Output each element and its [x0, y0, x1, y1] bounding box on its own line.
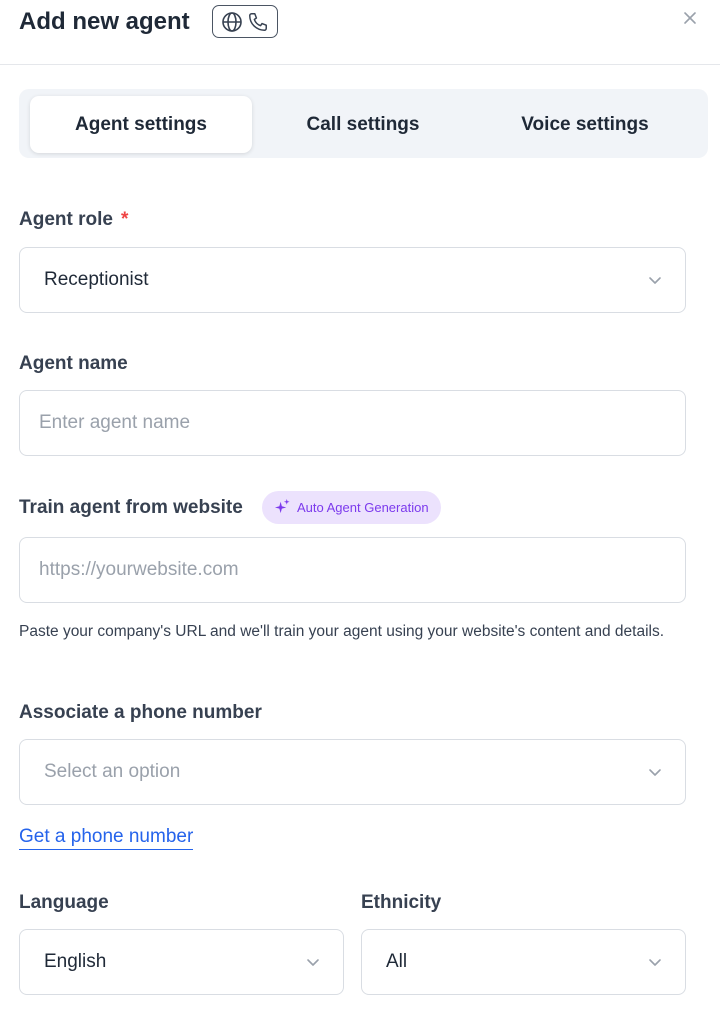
modal-title: Add new agent	[19, 8, 190, 35]
required-mark: *	[120, 209, 129, 230]
chevron-down-icon	[647, 272, 663, 294]
tab-call-settings[interactable]: Call settings	[252, 96, 474, 153]
agent-role-value: Receptionist	[44, 269, 149, 290]
agent-name-input[interactable]: Enter agent name	[19, 390, 686, 456]
tab-voice-settings[interactable]: Voice settings	[474, 96, 696, 153]
get-phone-number-link[interactable]: Get a phone number	[19, 825, 194, 850]
auto-agent-generation-text: Auto Agent Generation	[297, 500, 429, 515]
globe-icon	[221, 11, 243, 33]
sparkles-icon	[274, 498, 291, 518]
ethnicity-select[interactable]: All	[361, 929, 686, 995]
language-value: English	[44, 951, 107, 972]
phone-number-placeholder: Select an option	[44, 761, 181, 782]
auto-agent-generation-badge[interactable]: Auto Agent Generation	[262, 491, 441, 524]
chevron-down-icon	[305, 954, 321, 976]
website-label: Train agent from website	[19, 497, 243, 518]
language-label: Language	[19, 892, 109, 913]
language-select[interactable]: English	[19, 929, 344, 995]
agent-role-label: Agent role *	[19, 208, 128, 232]
ethnicity-label: Ethnicity	[361, 892, 442, 913]
tab-agent-settings[interactable]: Agent settings	[30, 96, 252, 153]
agent-role-select[interactable]: Receptionist	[19, 247, 686, 313]
modal-header: Add new agent	[0, 0, 720, 65]
phone-icon	[247, 11, 269, 33]
phone-label: Associate a phone number	[19, 702, 262, 723]
close-icon	[682, 10, 698, 31]
agent-name-placeholder: Enter agent name	[39, 412, 191, 433]
channel-badge	[212, 5, 278, 38]
close-button[interactable]	[678, 8, 702, 32]
settings-tabs: Agent settings Call settings Voice setti…	[19, 89, 708, 158]
ethnicity-value: All	[386, 951, 408, 972]
chevron-down-icon	[647, 954, 663, 976]
phone-number-select[interactable]: Select an option	[19, 739, 686, 805]
website-help-text: Paste your company's URL and we'll train…	[19, 623, 665, 640]
agent-name-label: Agent name	[19, 353, 128, 374]
chevron-down-icon	[647, 764, 663, 786]
website-url-placeholder: https://yourwebsite.com	[39, 559, 239, 580]
agent-role-label-text: Agent role	[19, 209, 113, 230]
website-url-input[interactable]: https://yourwebsite.com	[19, 537, 686, 603]
